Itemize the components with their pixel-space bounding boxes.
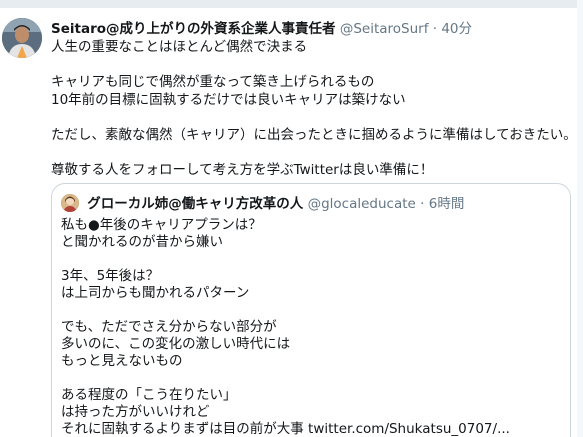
quoted-timestamp: 6時間 bbox=[428, 196, 465, 212]
quoted-link[interactable]: twitter.com/Shukatsu_0707/... bbox=[308, 421, 510, 437]
separator-dot: · bbox=[420, 196, 425, 212]
quoted-line: 私も●年後のキャリアプランは？ bbox=[61, 217, 262, 233]
quoted-line: は持った方がいいけれど bbox=[61, 404, 210, 420]
avatar[interactable] bbox=[2, 18, 42, 58]
quoted-line: 3年、5年後は？ bbox=[61, 268, 160, 284]
user-handle[interactable]: @SeitaroSurf bbox=[340, 21, 429, 37]
tweet-timestamp[interactable]: 40分 bbox=[441, 21, 472, 37]
tweet-line: ただし、素敵な偶然（キャリア）に出会ったときに掴めるように準備はしておきたい。 bbox=[51, 126, 577, 143]
tweet-line: 人生の重要なことはほとんど偶然で決まる bbox=[51, 39, 308, 55]
separator-dot: · bbox=[432, 21, 438, 37]
quoted-display-name: グローカル姉@働キャリ方改革の人 bbox=[87, 196, 304, 212]
quoted-line: でも、ただでさえ分からない部分が bbox=[61, 319, 277, 335]
tweet-page: Seitaro@成り上がりの外資系企業人事責任者 @SeitaroSurf · … bbox=[0, 0, 583, 437]
display-name[interactable]: Seitaro@成り上がりの外資系企業人事責任者 bbox=[51, 21, 336, 37]
quoted-line-last: それに固執するよりまずは目の前が大事 twitter.com/Shukatsu_… bbox=[61, 421, 510, 437]
top-divider bbox=[0, 0, 583, 8]
tweet-line: キャリアも同じで偶然が重なって築き上げられるもの bbox=[51, 74, 375, 90]
tweet-header: Seitaro@成り上がりの外資系企業人事責任者 @SeitaroSurf · … bbox=[51, 18, 472, 40]
quoted-line: ある程度の「こう在りたい」 bbox=[61, 387, 237, 403]
quoted-line: もっと見えないもの bbox=[61, 353, 183, 369]
tweet-line: 10年前の目標に固執するだけでは良いキャリアは築けない bbox=[51, 91, 406, 108]
quoted-line: は上司からも聞かれるパターン bbox=[61, 285, 250, 301]
quoted-line: それに固執するよりまずは目の前が大事 bbox=[61, 421, 304, 437]
tweet-line: 尊敬する人をフォローして考え方を学ぶTwitterは良い準備に！ bbox=[51, 161, 434, 178]
scrollbar[interactable] bbox=[577, 0, 583, 437]
tweet-text: 人生の重要なことはほとんど偶然で決まる キャリアも同じで偶然が重なって築き上げら… bbox=[51, 39, 577, 179]
quoted-tweet-header: グローカル姉@働キャリ方改革の人 @glocaleducate · 6時間 bbox=[61, 194, 464, 214]
quoted-avatar bbox=[61, 194, 79, 212]
quoted-user-handle: @glocaleducate bbox=[307, 196, 416, 212]
quoted-line: 多いのに、この変化の激しい時代には bbox=[61, 336, 291, 352]
quoted-tweet-card[interactable]: グローカル姉@働キャリ方改革の人 @glocaleducate · 6時間 私も… bbox=[51, 183, 571, 437]
quoted-tweet-text: 私も●年後のキャリアプランは？ と聞かれるのが昔から嫌い 3年、5年後は？ は上… bbox=[61, 217, 510, 437]
quoted-line: と聞かれるのが昔から嫌い bbox=[61, 234, 223, 250]
